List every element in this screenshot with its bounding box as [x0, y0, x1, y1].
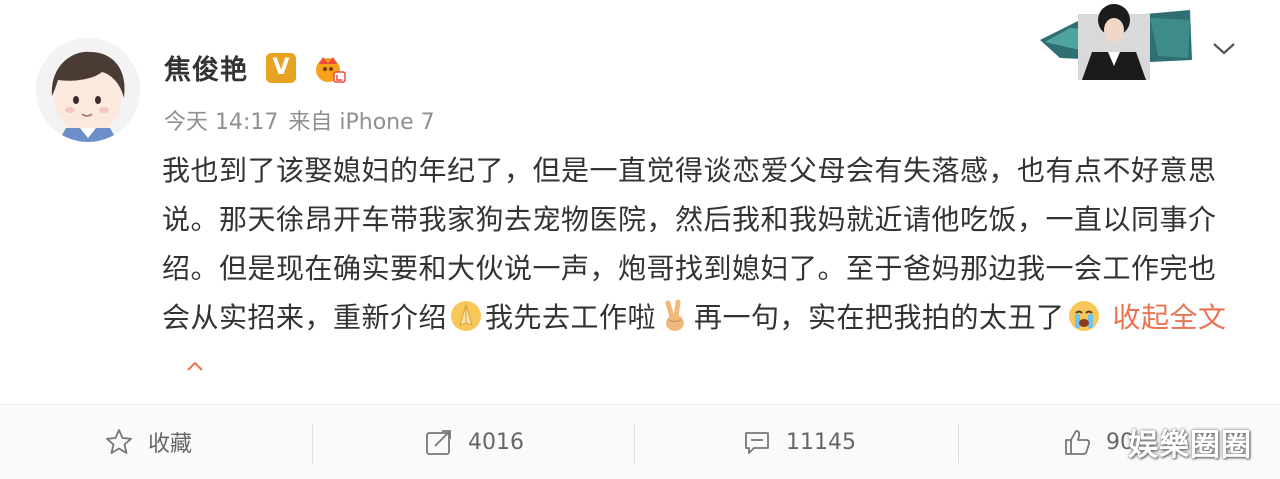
watermark-text: 娱樂圈圈 — [1128, 428, 1252, 463]
like-icon — [1065, 430, 1091, 455]
member-crown-icon — [312, 52, 346, 84]
user-name[interactable]: 焦俊艳 — [164, 48, 248, 87]
collapse-full-text-link[interactable]: 收起全文 — [1113, 301, 1227, 334]
avatar[interactable] — [36, 38, 140, 142]
crying-face-emoji-icon — [1068, 301, 1099, 331]
action-bar: 收藏 4016 11145 90 — [0, 404, 1280, 479]
post-meta: 今天 14:17 来自 iPhone 7 — [164, 104, 445, 136]
weibo-post-card: 焦俊艳 V 今天 14:17 来自 iPhone 7 我也到了该娶媳妇的年纪了，但… — [0, 0, 1280, 479]
post-time[interactable]: 今天 14:17 — [164, 110, 278, 135]
like-button[interactable]: 90 — [1062, 405, 1134, 479]
verified-badge: V — [266, 53, 296, 83]
chevron-down-icon[interactable] — [1210, 38, 1238, 58]
profile-cover-image — [1040, 0, 1192, 80]
favorite-button[interactable]: 收藏 — [104, 405, 192, 479]
victory-hand-emoji-icon — [665, 299, 685, 331]
repost-button[interactable]: 4016 — [424, 405, 524, 479]
divider — [634, 423, 635, 463]
star-icon — [106, 429, 132, 454]
post-content: 我也到了该娶媳妇的年纪了，但是一直觉得谈恋爱父母会有失落感，也有点不好意思说。那… — [162, 146, 1242, 391]
praying-emoji-icon — [451, 301, 482, 331]
divider — [312, 423, 313, 463]
favorite-label: 收藏 — [148, 432, 193, 457]
post-text-part-2: 我先去工作啦 — [485, 301, 657, 334]
comment-button[interactable]: 11145 — [742, 405, 856, 479]
post-source[interactable]: 来自 iPhone 7 — [288, 110, 434, 135]
repost-icon — [426, 430, 451, 455]
chevron-up-icon[interactable] — [186, 360, 204, 372]
post-text-part-3: 再一句，实在把我拍的太丑了 — [694, 301, 1065, 334]
comment-count: 11145 — [786, 429, 856, 455]
repost-count: 4016 — [468, 429, 524, 455]
comment-icon — [745, 432, 769, 454]
divider — [958, 423, 959, 463]
